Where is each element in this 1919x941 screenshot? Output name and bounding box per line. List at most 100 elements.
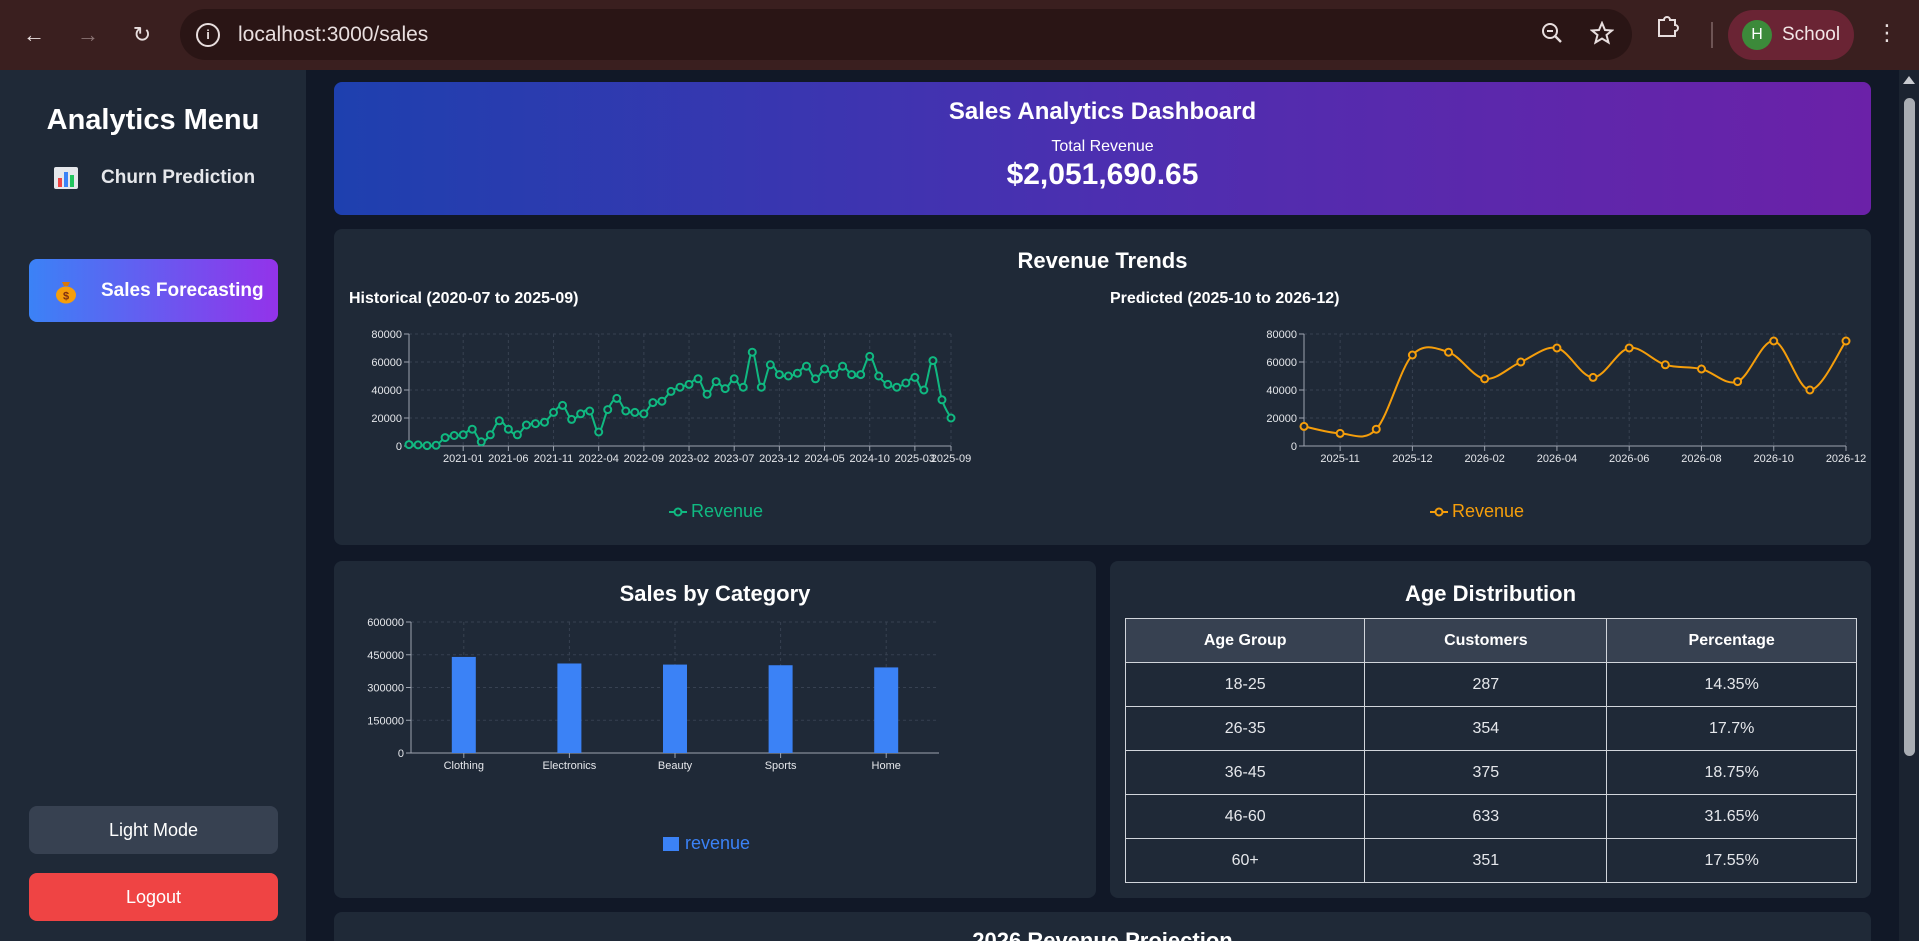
- legend-square-icon: [663, 836, 679, 851]
- profile-button[interactable]: H School: [1728, 10, 1854, 60]
- table-cell: 36-45: [1124, 750, 1366, 795]
- historical-data-point: [494, 416, 504, 426]
- sidebar-item-sales-forecasting[interactable]: $ Sales Forecasting: [29, 259, 278, 322]
- revenue-trends-card: Revenue Trends Historical (2020-07 to 20…: [334, 229, 1871, 545]
- historical-revenue-chart: 0 20000 40000 60000 80000 2021-01 2021-06 2021-…: [371, 329, 971, 465]
- site-info-icon[interactable]: i: [196, 22, 220, 47]
- historical-data-point: [838, 361, 848, 371]
- historical-xtick-label: 2025-03: [895, 453, 935, 465]
- historical-xtick-label: 2021-11: [534, 453, 574, 465]
- historical-data-point: [576, 409, 586, 419]
- historical-data-point: [621, 406, 631, 416]
- historical-xtick-label: 2023-07: [714, 453, 754, 465]
- historical-data-point: [666, 386, 676, 396]
- main-content: Sales Analytics Dashboard Total Revenue …: [306, 70, 1899, 941]
- address-bar[interactable]: i localhost:3000/sales: [180, 9, 1632, 60]
- sidebar-item-churn-prediction[interactable]: Churn Prediction: [29, 146, 278, 209]
- predicted-xtick-label: 2026-02: [1464, 453, 1504, 465]
- age-distribution-table: Age Group Customers Percentage 18-25 287 1…: [1124, 618, 1857, 883]
- scrollbar-thumb[interactable]: [1904, 98, 1915, 756]
- historical-data-point: [801, 361, 811, 371]
- category-legend[interactable]: revenue: [663, 833, 750, 854]
- predicted-legend-label: Revenue: [1452, 501, 1525, 521]
- table-row: 36-45 375 18.75%: [1124, 750, 1857, 795]
- predicted-data-point: [1480, 374, 1490, 384]
- historical-legend[interactable]: Revenue: [669, 501, 763, 522]
- historical-data-point: [558, 400, 568, 410]
- historical-data-point: [874, 371, 884, 381]
- total-revenue-label: Total Revenue: [1051, 138, 1154, 155]
- profile-name: School: [1782, 24, 1841, 45]
- age-distribution-card: Age Distribution Age Group Customers Per…: [1110, 561, 1871, 898]
- historical-xtick-label: 2024-10: [850, 453, 890, 465]
- category-bar: [451, 656, 476, 753]
- category-ytick-label: 150000: [367, 715, 404, 727]
- column-header: Percentage: [1606, 618, 1857, 663]
- predicted-revenue-chart: 0 20000 40000 60000 80000 2025-11 2025-12 2026-…: [1266, 329, 1866, 465]
- historical-data-point: [648, 398, 658, 408]
- predicted-ytick-label: 80000: [1266, 329, 1297, 341]
- category-xtick-label: Electronics: [543, 760, 597, 772]
- historical-data-point: [783, 371, 793, 381]
- table-cell: 287: [1364, 662, 1608, 707]
- bookmark-star-icon[interactable]: [1590, 21, 1614, 45]
- predicted-data-point: [1335, 428, 1345, 438]
- reload-icon[interactable]: ↻: [122, 15, 162, 55]
- scroll-up-arrow-icon[interactable]: [1903, 76, 1915, 84]
- extensions-puzzle-icon[interactable]: [1655, 12, 1681, 38]
- table-cell: 60+: [1124, 838, 1366, 883]
- back-arrow-icon[interactable]: ←: [14, 15, 54, 55]
- historical-xtick-label: 2022-04: [579, 453, 619, 465]
- sidebar: Analytics Menu Churn Prediction $ Sales …: [0, 70, 306, 941]
- historical-data-point: [585, 406, 595, 416]
- historical-data-point: [467, 424, 477, 434]
- historical-ytick-label: 40000: [371, 385, 402, 397]
- table-cell: 14.35%: [1606, 662, 1857, 707]
- category-xtick-label: Beauty: [658, 760, 693, 772]
- historical-data-point: [919, 385, 929, 395]
- historical-data-point: [530, 419, 540, 429]
- predicted-data-point: [1516, 357, 1526, 367]
- historical-data-point: [856, 370, 866, 380]
- predicted-legend[interactable]: Revenue: [1430, 501, 1524, 522]
- svg-text:$: $: [63, 290, 69, 302]
- category-ytick-label: 600000: [367, 617, 404, 629]
- historical-ytick-label: 60000: [371, 357, 402, 369]
- zoom-icon[interactable]: [1540, 21, 1564, 45]
- historical-data-point: [540, 417, 549, 427]
- table-cell: 351: [1364, 838, 1608, 883]
- predicted-data-point: [1624, 343, 1634, 353]
- url-text[interactable]: localhost:3000/sales: [238, 23, 428, 47]
- predicted-xtick-label: 2026-10: [1754, 453, 1794, 465]
- predicted-data-point: [1696, 364, 1706, 374]
- predicted-xtick-label: 2026-04: [1537, 453, 1577, 465]
- total-revenue-value: $2,051,690.65: [1006, 158, 1199, 191]
- historical-data-point: [684, 379, 694, 389]
- historical-ytick-label: 80000: [371, 329, 402, 341]
- table-row: 60+ 351 17.55%: [1124, 838, 1857, 883]
- forward-arrow-icon[interactable]: →: [68, 15, 108, 55]
- more-menu-icon[interactable]: ⋮: [1876, 20, 1898, 46]
- predicted-data-point: [1733, 377, 1743, 387]
- predicted-xtick-label: 2026-12: [1826, 453, 1866, 465]
- sales-by-category-chart: 0 150000 300000 450000 600000 Clothing Electro…: [367, 617, 939, 772]
- table-cell: 17.7%: [1606, 706, 1857, 751]
- predicted-xtick-label: 2025-11: [1320, 453, 1360, 465]
- toolbar-divider: [1711, 22, 1713, 48]
- historical-data-point: [603, 405, 613, 415]
- historical-xtick-label: 2025-09: [931, 453, 971, 465]
- historical-data-point: [711, 377, 721, 387]
- revenue-projection-title: 2026 Revenue Projection: [972, 928, 1233, 941]
- historical-data-point: [449, 431, 459, 440]
- category-bar: [874, 667, 899, 753]
- historical-data-point: [693, 374, 703, 384]
- historical-data-point: [811, 374, 820, 384]
- category-ytick-label: 300000: [367, 683, 404, 695]
- historical-data-point: [630, 407, 640, 417]
- table-cell: 633: [1364, 794, 1608, 839]
- page-scrollbar[interactable]: [1899, 70, 1919, 941]
- historical-data-point: [747, 347, 757, 357]
- predicted-xtick-label: 2025-12: [1392, 453, 1432, 465]
- light-mode-button[interactable]: Light Mode: [29, 806, 278, 854]
- logout-button[interactable]: Logout: [29, 873, 278, 921]
